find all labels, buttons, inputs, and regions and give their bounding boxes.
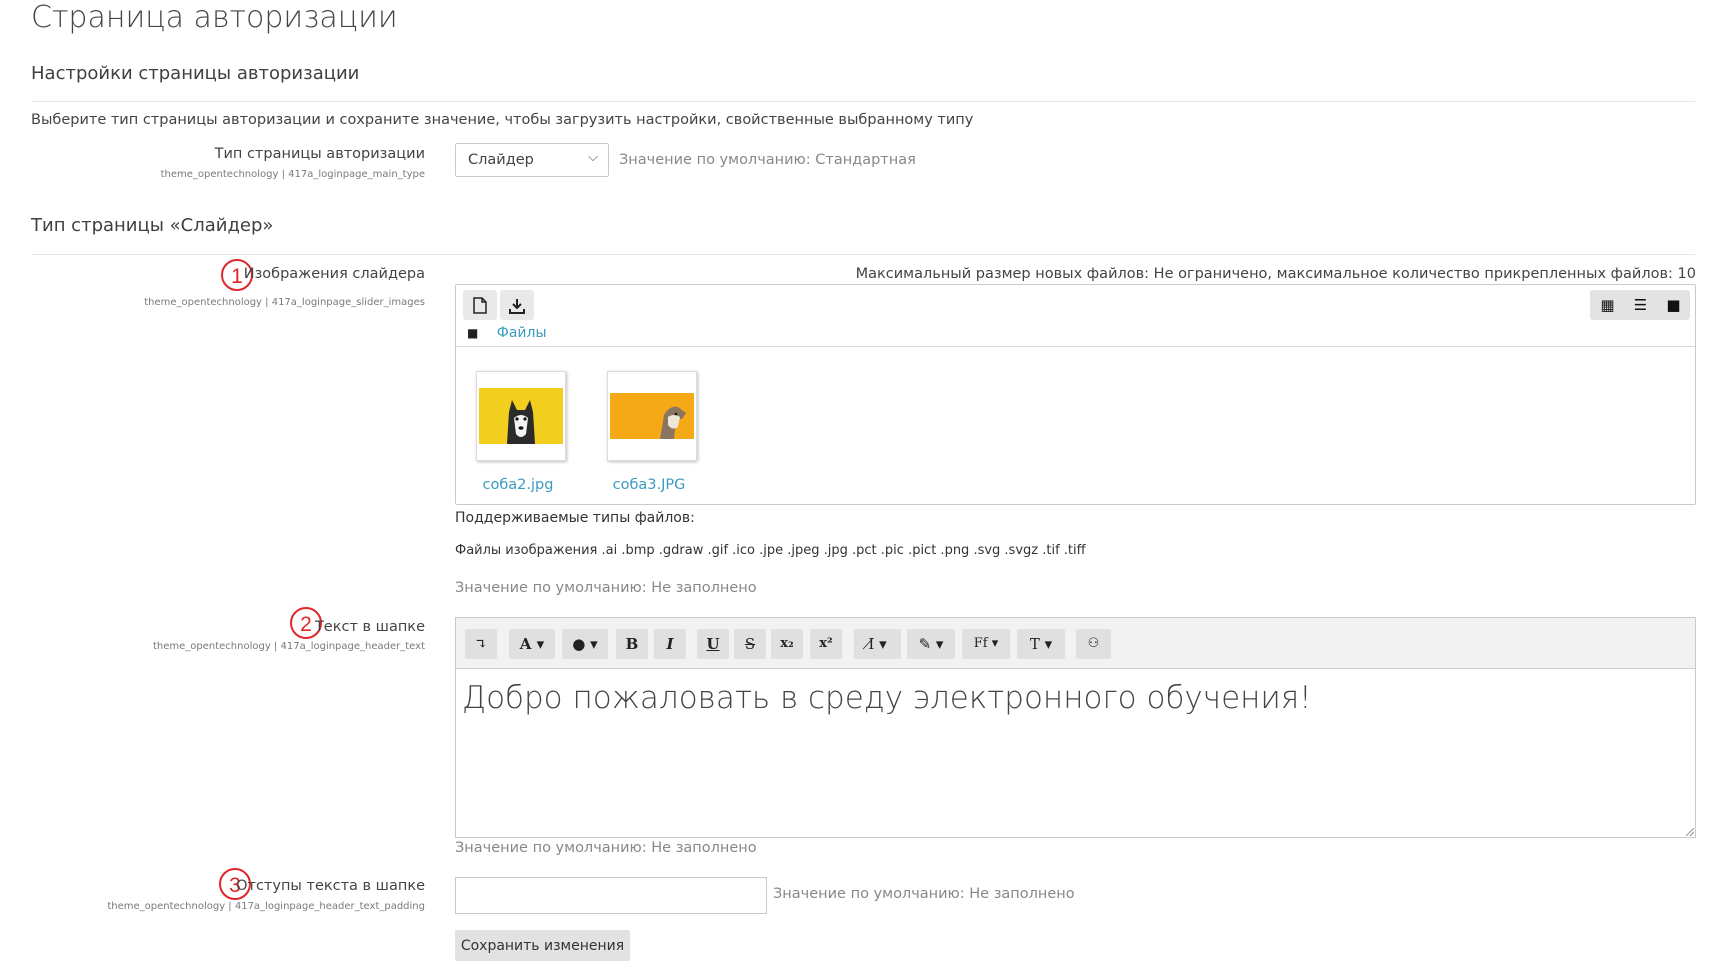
file-icon: [473, 297, 487, 314]
login-type-default: Значение по умолчанию: Стандартная: [619, 152, 916, 168]
clear-formatting-icon[interactable]: I̸ ▾: [854, 629, 901, 659]
underline-icon[interactable]: U: [697, 629, 729, 659]
download-icon: [509, 298, 525, 314]
divider: [31, 101, 1695, 102]
list-view-icon[interactable]: ☰: [1624, 290, 1657, 320]
grid-view-icon[interactable]: ▦: [1591, 290, 1624, 320]
slider-images-setting-name: theme_opentechnology | 417a_loginpage_sl…: [144, 297, 425, 308]
header-text-setting-name: theme_opentechnology | 417a_loginpage_he…: [152, 641, 425, 652]
supported-types-title: Поддерживаемые типы файлов:: [455, 510, 695, 526]
italic-icon[interactable]: I: [654, 629, 686, 659]
chevron-down-icon: ⌵: [588, 150, 598, 165]
strikethrough-icon[interactable]: S: [734, 629, 766, 659]
resize-handle-icon[interactable]: [1686, 828, 1694, 836]
supported-types-list: Файлы изображения .ai .bmp .gdraw .gif .…: [455, 543, 1086, 558]
header-text-default: Значение по умолчанию: Не заполнено: [455, 840, 757, 856]
font-family-icon[interactable]: Ff ▾: [962, 629, 1010, 659]
login-type-selected-value: Слайдер: [468, 152, 534, 168]
slider-images-label: Изображения слайдера: [243, 266, 425, 282]
header-padding-label: Отступы текста в шапке: [236, 878, 425, 894]
folder-icon: ■: [467, 326, 479, 340]
file-name-link[interactable]: coбa3.JPG: [594, 477, 704, 493]
editor-content[interactable]: Добро пожаловать в среду электронного об…: [462, 680, 1312, 716]
breadcrumb-files-link[interactable]: Файлы: [497, 325, 547, 341]
divider: [456, 346, 1695, 347]
husky-dog-thumbnail: [479, 388, 563, 444]
page-title: Страница авторизации: [31, 0, 398, 35]
rich-text-editor: ↴ A ▾ ● ▾ B I U S x₂ x² I̸ ▾ ✎ ▾ Ff ▾ T …: [455, 617, 1696, 838]
header-text-label: Текст в шапке: [314, 619, 425, 635]
view-switcher: ▦ ☰ ■: [1590, 290, 1690, 320]
download-all-button[interactable]: [500, 290, 534, 320]
file-thumbnail[interactable]: [476, 371, 566, 461]
section-title-settings: Настройки страницы авторизации: [31, 63, 360, 84]
bold-icon[interactable]: B: [616, 629, 648, 659]
breadcrumb: ■ Файлы: [467, 325, 547, 341]
folder-view-icon[interactable]: ■: [1657, 290, 1690, 320]
file-name-link[interactable]: coбa2.jpg: [463, 477, 573, 493]
slider-images-default: Значение по умолчанию: Не заполнено: [455, 580, 757, 596]
dog-thumbnail: [610, 393, 694, 439]
header-padding-setting-name: theme_opentechnology | 417a_loginpage_he…: [107, 901, 425, 912]
file-limits-text: Максимальный размер новых файлов: Не огр…: [855, 266, 1696, 282]
file-thumbnail[interactable]: [607, 371, 697, 461]
save-changes-button[interactable]: Сохранить изменения: [455, 930, 630, 961]
divider: [31, 254, 1695, 255]
font-color-icon[interactable]: A ▾: [509, 629, 555, 659]
paintbrush-icon[interactable]: ✎ ▾: [907, 629, 955, 659]
login-type-select[interactable]: Слайдер ⌵: [455, 143, 609, 177]
header-padding-input[interactable]: [455, 877, 767, 914]
accessibility-checker-icon[interactable]: ⚇: [1076, 629, 1111, 659]
section-title-slider: Тип страницы «Слайдер»: [31, 215, 274, 236]
intro-text: Выберите тип страницы авторизации и сохр…: [31, 112, 974, 128]
show-more-buttons-icon[interactable]: ↴: [465, 629, 497, 659]
background-color-icon[interactable]: ● ▾: [562, 629, 608, 659]
login-type-label: Тип страницы авторизации: [214, 146, 425, 162]
subscript-icon[interactable]: x₂: [771, 629, 803, 659]
font-size-icon[interactable]: T ▾: [1017, 629, 1065, 659]
add-file-button[interactable]: [463, 290, 497, 320]
login-type-setting-name: theme_opentechnology | 417a_loginpage_ma…: [160, 169, 425, 180]
editor-toolbar: ↴ A ▾ ● ▾ B I U S x₂ x² I̸ ▾ ✎ ▾ Ff ▾ T …: [456, 618, 1695, 669]
file-manager: ▦ ☰ ■ ■ Файлы coбa2.jpg coбa3.JPG: [455, 284, 1696, 505]
superscript-icon[interactable]: x²: [810, 629, 842, 659]
header-padding-default: Значение по умолчанию: Не заполнено: [773, 886, 1075, 902]
